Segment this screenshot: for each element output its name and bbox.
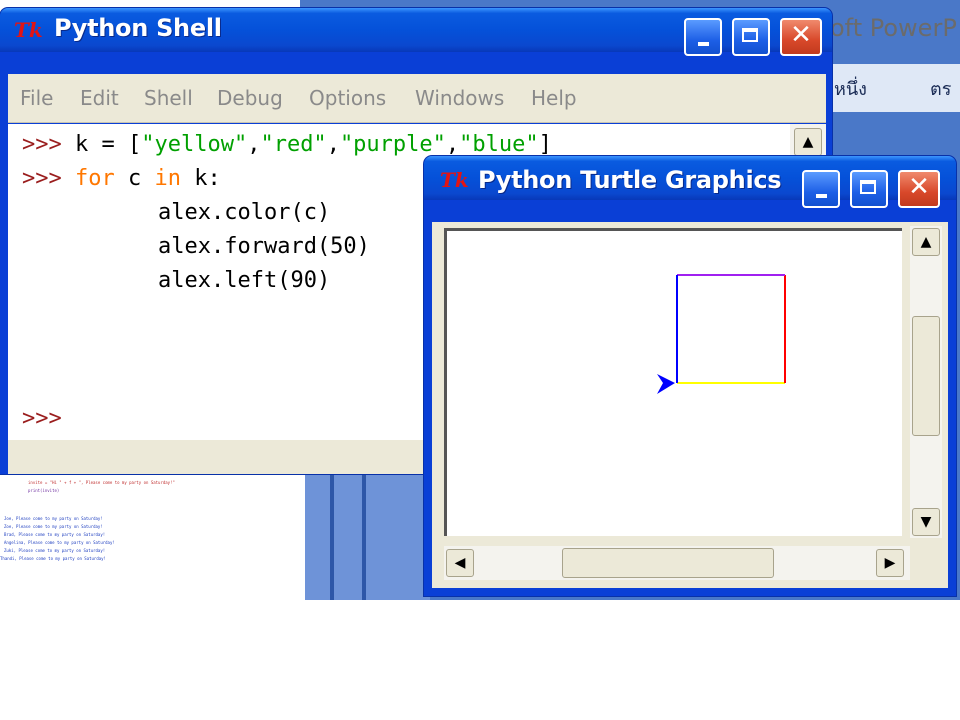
- arrow-up-icon: ▲: [920, 234, 932, 250]
- menu-help[interactable]: Help: [531, 86, 577, 110]
- code-line: Zuki, Please come to my party on Saturda…: [4, 548, 106, 553]
- window-title: Python Turtle Graphics: [478, 166, 782, 194]
- code-line-5: alex.left(90): [158, 268, 331, 293]
- turtle-drawing: [657, 274, 786, 394]
- turtle-titlebar[interactable]: Tk Python Turtle Graphics ✕: [424, 156, 956, 208]
- code-text: c: [114, 166, 155, 191]
- menu-debug[interactable]: Debug: [217, 86, 283, 110]
- scroll-down-button[interactable]: ▼: [912, 508, 940, 536]
- powerpoint-menu-item[interactable]: ตร: [930, 74, 951, 103]
- minimize-button[interactable]: [802, 170, 840, 208]
- maximize-icon: [742, 28, 758, 42]
- keyword-for: for: [75, 166, 115, 191]
- string-literal: "red": [260, 132, 327, 157]
- string-literal: "blue": [459, 132, 539, 157]
- code-line-3: alex.color(c): [158, 200, 331, 225]
- powerpoint-menu-item[interactable]: หนึ่ง: [834, 74, 867, 103]
- turtle-horizontal-scrollbar[interactable]: ◀ ▶: [444, 546, 910, 580]
- scroll-up-button[interactable]: ▲: [912, 228, 940, 256]
- menu-bar: File Edit Shell Debug Options Windows He…: [8, 74, 826, 123]
- menu-file[interactable]: File: [20, 86, 53, 110]
- powerpoint-menu: หนึ่ง ตร: [830, 64, 960, 112]
- arrow-down-icon: ▼: [920, 514, 932, 530]
- menu-windows[interactable]: Windows: [415, 86, 504, 110]
- code-text: k = [: [75, 132, 142, 157]
- maximize-icon: [860, 180, 876, 194]
- shell-prompt: >>>: [22, 132, 62, 157]
- horizontal-scroll-thumb[interactable]: [562, 548, 774, 578]
- code-line: Zoe, Please come to my party on Saturday…: [4, 524, 103, 529]
- close-icon: ✕: [908, 172, 930, 202]
- scroll-right-button[interactable]: ▶: [876, 549, 904, 577]
- code-text: ,: [326, 132, 340, 157]
- scroll-up-button[interactable]: ▲: [794, 128, 822, 156]
- powerpoint-slide-strip: [300, 470, 430, 600]
- turtle-client-area: ▲ ▼ ◀ ▶: [432, 222, 948, 588]
- string-literal: "yellow": [141, 132, 248, 157]
- code-line: Joe, Please come to my party on Saturday…: [4, 516, 103, 521]
- code-line: Angelina, Please come to my party on Sat…: [4, 540, 115, 545]
- code-line: Brad, Please come to my party on Saturda…: [4, 532, 106, 537]
- arrow-up-icon: ▲: [802, 134, 814, 150]
- scroll-left-button[interactable]: ◀: [446, 549, 474, 577]
- arrow-right-icon: ▶: [884, 555, 896, 571]
- turtle-canvas[interactable]: [444, 228, 902, 536]
- menu-options[interactable]: Options: [309, 86, 386, 110]
- code-text: ,: [247, 132, 261, 157]
- code-line-4: alex.forward(50): [158, 234, 370, 259]
- menu-shell[interactable]: Shell: [144, 86, 193, 110]
- arrow-left-icon: ◀: [454, 555, 466, 571]
- divider: [330, 470, 334, 600]
- code-line-2: >>> for c in k:: [22, 166, 221, 191]
- vertical-scroll-thumb[interactable]: [912, 316, 940, 436]
- tk-logo-icon: Tk: [440, 168, 469, 192]
- window-title: Python Shell: [54, 14, 222, 42]
- code-text: k:: [181, 166, 221, 191]
- code-line: Thandi, Please come to my party on Satur…: [0, 556, 106, 561]
- keyword-in: in: [154, 166, 182, 191]
- powerpoint-title: oft PowerP: [830, 14, 957, 42]
- code-line: print(invite): [28, 488, 60, 493]
- close-icon: ✕: [790, 20, 812, 50]
- turtle-cursor-icon: [657, 374, 675, 394]
- code-line-1: >>> k = ["yellow","red","purple","blue"]: [22, 132, 552, 157]
- tk-logo-icon: Tk: [14, 18, 43, 42]
- minimize-icon: [698, 42, 709, 46]
- turtle-graphics-window: Tk Python Turtle Graphics ✕ ▲ ▼ ◀ ▶: [424, 156, 956, 596]
- shell-titlebar[interactable]: Tk Python Shell ✕: [0, 8, 832, 56]
- maximize-button[interactable]: [732, 18, 770, 56]
- divider: [362, 470, 366, 600]
- string-literal: "purple": [339, 132, 446, 157]
- close-button[interactable]: ✕: [780, 18, 822, 56]
- turtle-vertical-scrollbar[interactable]: ▲ ▼: [910, 226, 942, 538]
- minimize-button[interactable]: [684, 18, 722, 56]
- shell-prompt: >>>: [22, 406, 62, 431]
- menu-edit[interactable]: Edit: [80, 86, 119, 110]
- code-text: ,: [445, 132, 460, 157]
- background-code-window: invite = "Hi " + f + ", Please come to m…: [0, 472, 305, 602]
- code-line: invite = "Hi " + f + ", Please come to m…: [28, 480, 175, 485]
- close-button[interactable]: ✕: [898, 170, 940, 208]
- code-text: ]: [538, 132, 552, 157]
- maximize-button[interactable]: [850, 170, 888, 208]
- minimize-icon: [816, 194, 827, 198]
- shell-prompt: >>>: [22, 166, 62, 191]
